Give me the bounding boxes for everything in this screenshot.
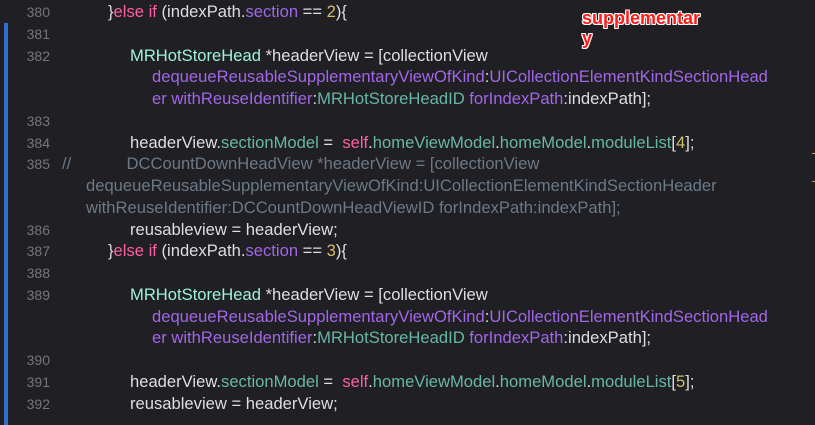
line-number: 387 [26,243,50,260]
code-text: er withReuseIdentifier:MRHotStoreHeadID … [152,88,651,110]
code-token: moduleList [591,132,672,152]
code-token: ]; [685,371,695,391]
annotation-label: supplementar y [582,8,700,48]
code-token: homeModel [499,371,587,391]
change-indicator-bar [4,23,8,425]
code-token: withReuseIdentifier:DCCountDownHeadViewI… [86,197,621,217]
code-token: else if [113,2,157,21]
code-token: homeViewModel [372,371,496,391]
code-token: 2 [326,2,336,21]
code-token: ){ [335,2,347,21]
code-token: headerView. [130,132,222,152]
annotation-line: supplementar [582,8,701,28]
code-text: er withReuseIdentifier:MRHotStoreHeadID … [152,327,651,349]
code-token: ]; [685,132,695,152]
code-token: homeModel [499,132,587,152]
code-token: 5 [676,371,686,391]
code-text: reusableview = headerView; [130,219,338,241]
code-token: ){ [335,241,347,261]
code-token: MRHotStoreHeadID [317,89,465,108]
code-token: self [342,371,369,391]
code-token: = [318,371,343,391]
code-token: *headerView = [collectionView [260,45,488,65]
code-text: MRHotStoreHead *headerView = [collection… [130,284,488,306]
code-text: }else if (indexPath.section == 3){ [108,240,347,262]
code-token: headerView. [130,371,222,391]
code-text: reusableview = headerView; [130,393,338,415]
line-number: 388 [26,265,50,281]
code-token: else if [113,241,157,261]
code-text: }else if (indexPath.section == 2){ [108,1,347,23]
code-token: (indexPath. [156,241,246,261]
code-token: forIndexPath [464,328,564,348]
code-token: == [298,241,327,261]
code-token: == [298,2,327,21]
code-token: 4 [676,132,686,152]
code-token: dequeueReusableSupplementaryViewOfKind [152,67,485,87]
code-token: dequeueReusableSupplementaryViewOfKind [152,306,485,326]
code-token: :indexPath]; [563,89,652,108]
code-token: section [245,2,299,21]
line-number: 384 [26,134,50,151]
code-token: section [245,241,299,261]
code-token: (indexPath. [156,2,246,21]
line-number: 381 [26,25,50,42]
code-token: reusableview = headerView; [130,393,338,413]
code-token: homeViewModel [372,132,496,152]
code-token: dequeueReusableSupplementaryViewOfKind:U… [86,176,717,195]
code-text: headerView.sectionModel = self.homeViewM… [130,371,694,393]
code-token: MRHotStoreHead [130,45,261,65]
code-token: sectionModel [221,371,319,391]
code-token: MRHotStoreHead [130,284,261,304]
code-text: MRHotStoreHead *headerView = [collection… [130,45,488,67]
code-token: MRHotStoreHeadID [317,328,465,348]
code-token: *headerView = [collectionView [260,284,488,304]
line-number: 391 [26,373,50,390]
code-token: reusableview = headerView; [130,219,338,239]
code-token: sectionModel [221,132,319,152]
code-token: = [318,132,343,152]
code-token: forIndexPath [464,89,564,108]
code-token: er withReuseIdentifier [152,89,313,108]
line-number: 392 [26,395,50,412]
code-token: self [342,132,369,152]
code-token: UICollectionElementKindSectionHead [489,67,768,87]
code-token: 3 [326,241,336,261]
code-text: dequeueReusableSupplementaryViewOfKind:U… [86,175,717,197]
code-text: // DCCountDownHeadView *headerView = [co… [62,153,539,175]
line-number: 390 [26,352,50,368]
line-number: 389 [26,286,50,303]
code-text: dequeueReusableSupplementaryViewOfKind:U… [152,306,768,328]
line-number: 383 [26,112,50,129]
line-number: 382 [26,47,50,64]
code-token: moduleList [591,371,672,391]
code-text: withReuseIdentifier:DCCountDownHeadViewI… [86,197,621,219]
line-number: 385 [26,156,50,173]
line-number: 386 [26,221,50,238]
line-number: 380 [26,4,50,20]
annotation-line: y [582,28,593,48]
code-token: er withReuseIdentifier [152,328,313,348]
code-text: headerView.sectionModel = self.homeViewM… [130,132,694,154]
code-text: dequeueReusableSupplementaryViewOfKind:U… [152,66,768,88]
code-token: UICollectionElementKindSectionHead [489,306,768,326]
code-token: // DCCountDownHeadView *headerView = [co… [62,154,540,174]
code-token: :indexPath]; [563,328,652,348]
